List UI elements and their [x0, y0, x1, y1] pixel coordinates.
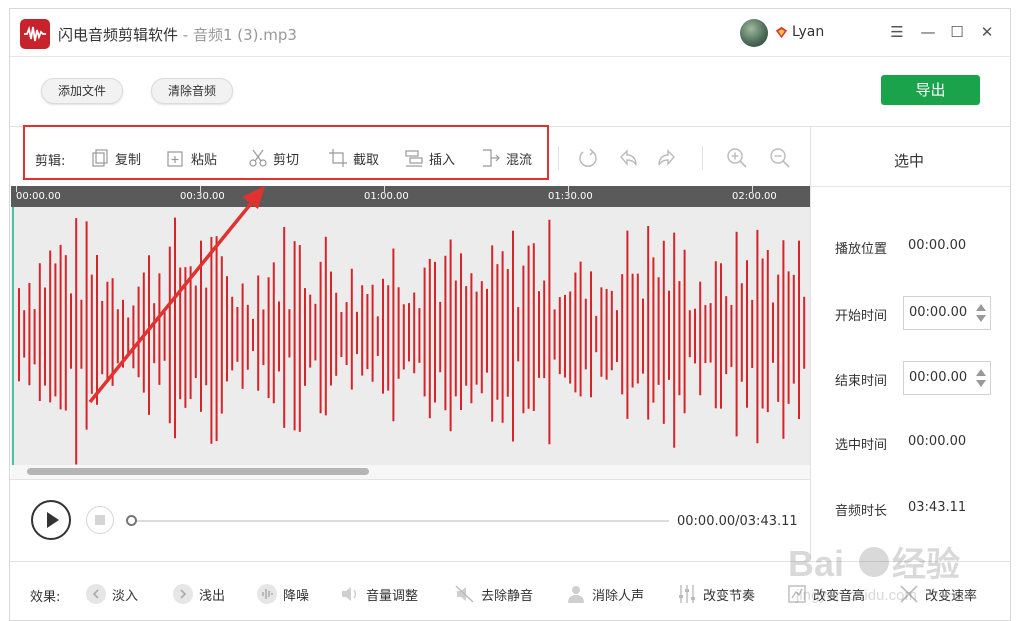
annotation-arrow [88, 186, 265, 404]
app-window: 闪电音频剪辑软件 - 音频1 (3).mp3 Lyan ☰ — ☐ ✕ 添加文件… [9, 8, 1011, 621]
